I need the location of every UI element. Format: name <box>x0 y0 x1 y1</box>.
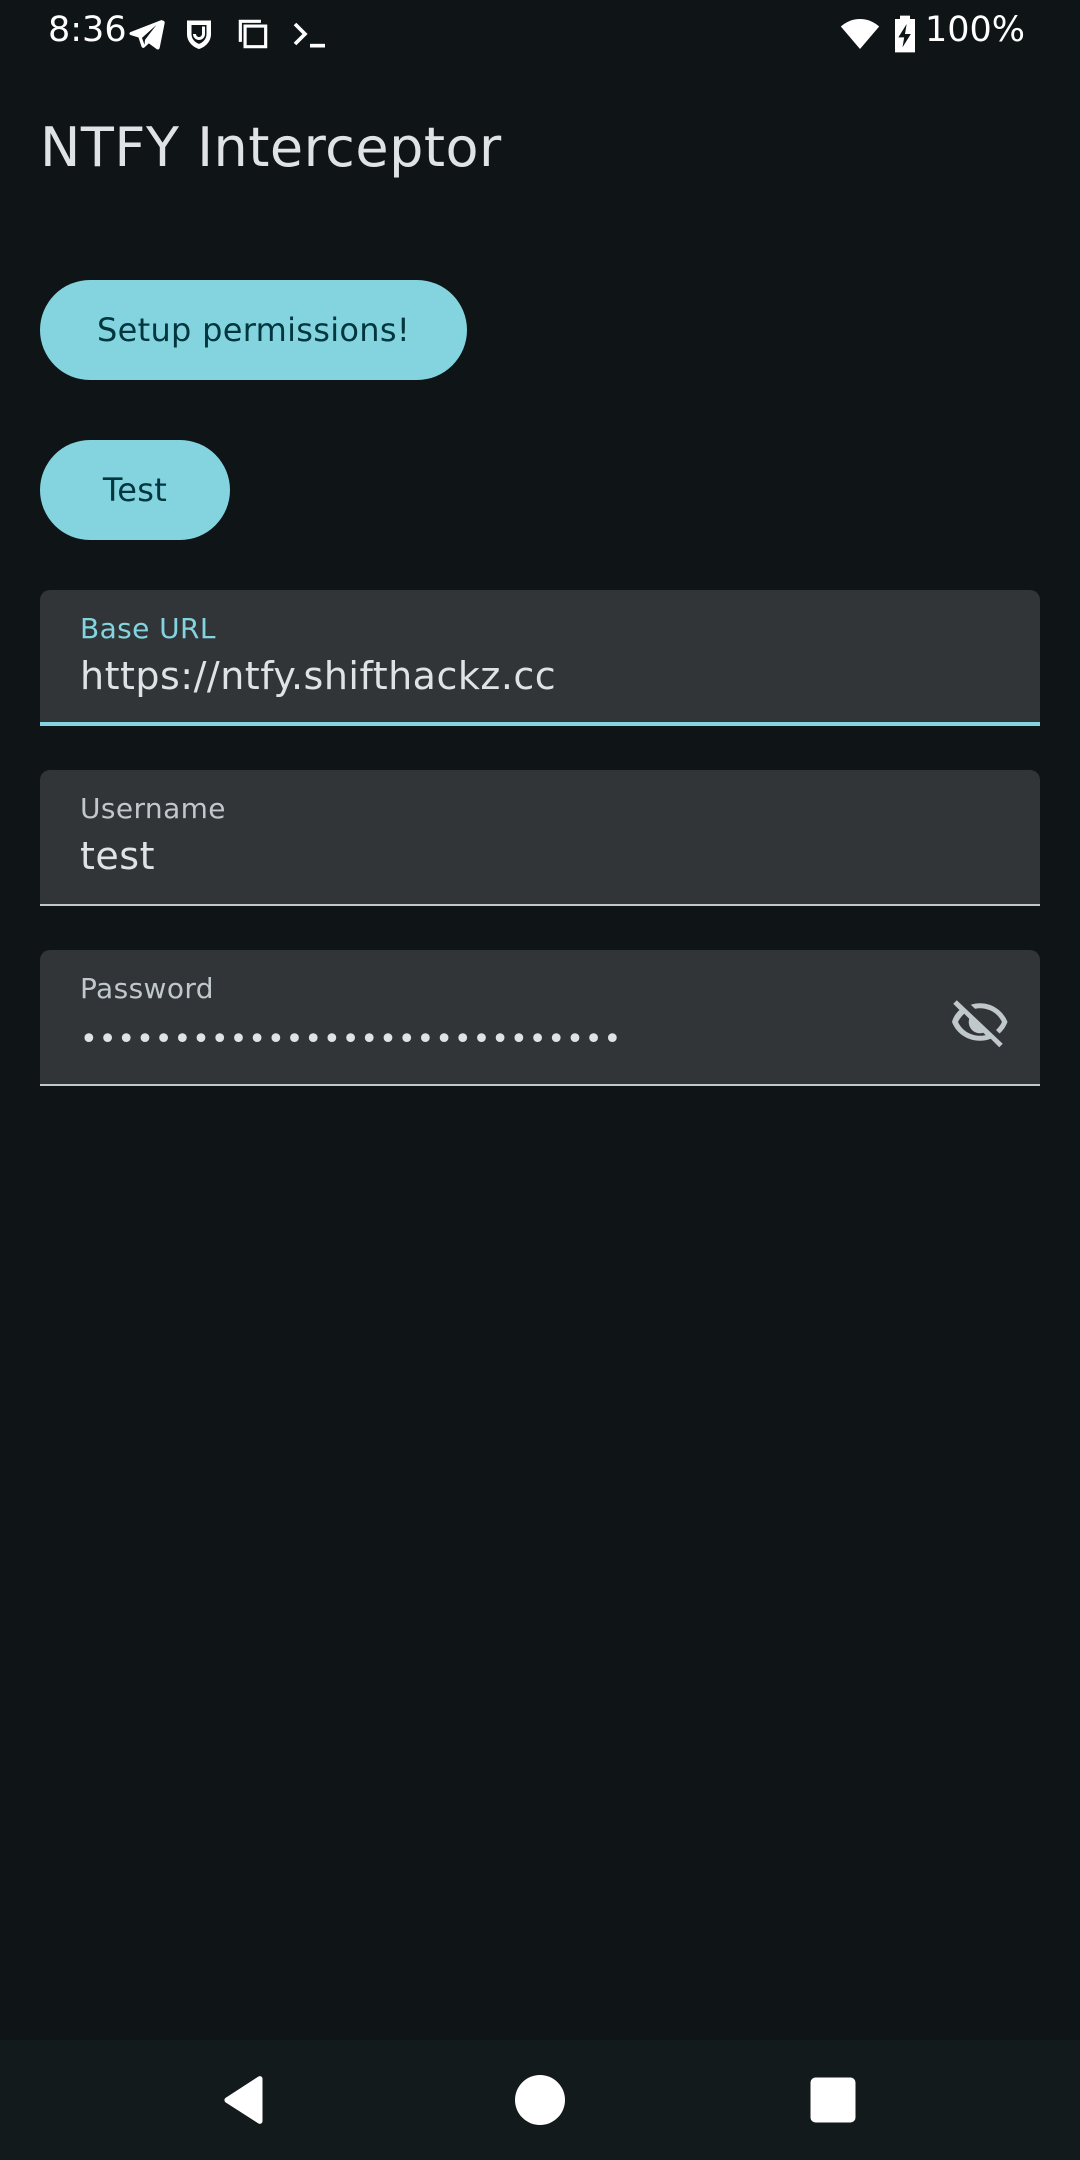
terminal-icon <box>293 22 325 48</box>
battery-percentage: 100% <box>925 10 1026 50</box>
app-title: NTFY Interceptor <box>40 116 502 179</box>
username-underline <box>40 904 1040 906</box>
test-button[interactable]: Test <box>40 440 230 540</box>
username-value[interactable]: test <box>80 834 155 878</box>
base-url-field[interactable]: Base URL https://ntfy.shifthackz.cc <box>40 590 1040 726</box>
password-field[interactable]: Password ••••••••••••••••••••••••••••• <box>40 950 1040 1086</box>
base-url-underline <box>40 722 1040 726</box>
password-value[interactable]: ••••••••••••••••••••••••••••• <box>80 1022 622 1057</box>
telegram-icon <box>129 19 165 50</box>
back-icon[interactable] <box>215 2070 275 2130</box>
setup-permissions-button[interactable]: Setup permissions! <box>40 280 467 380</box>
username-label: Username <box>80 792 226 825</box>
battery-charging-icon <box>895 15 915 53</box>
wifi-icon <box>840 19 880 49</box>
username-field[interactable]: Username test <box>40 770 1040 906</box>
recents-icon[interactable] <box>803 2070 863 2130</box>
navigation-bar <box>0 2040 1080 2160</box>
screen: 8:36 100% NTFY Interceptor Setup permiss… <box>0 0 1080 2160</box>
visibility-off-icon[interactable] <box>950 992 1010 1052</box>
status-bar: 8:36 100% <box>0 0 1080 66</box>
password-label: Password <box>80 972 214 1005</box>
base-url-label: Base URL <box>80 612 216 645</box>
password-underline <box>40 1084 1040 1086</box>
copy-icon <box>238 19 268 49</box>
home-icon[interactable] <box>510 2070 570 2130</box>
shield-smile-icon <box>187 20 211 49</box>
status-time: 8:36 <box>48 10 127 50</box>
base-url-value[interactable]: https://ntfy.shifthackz.cc <box>80 654 556 698</box>
